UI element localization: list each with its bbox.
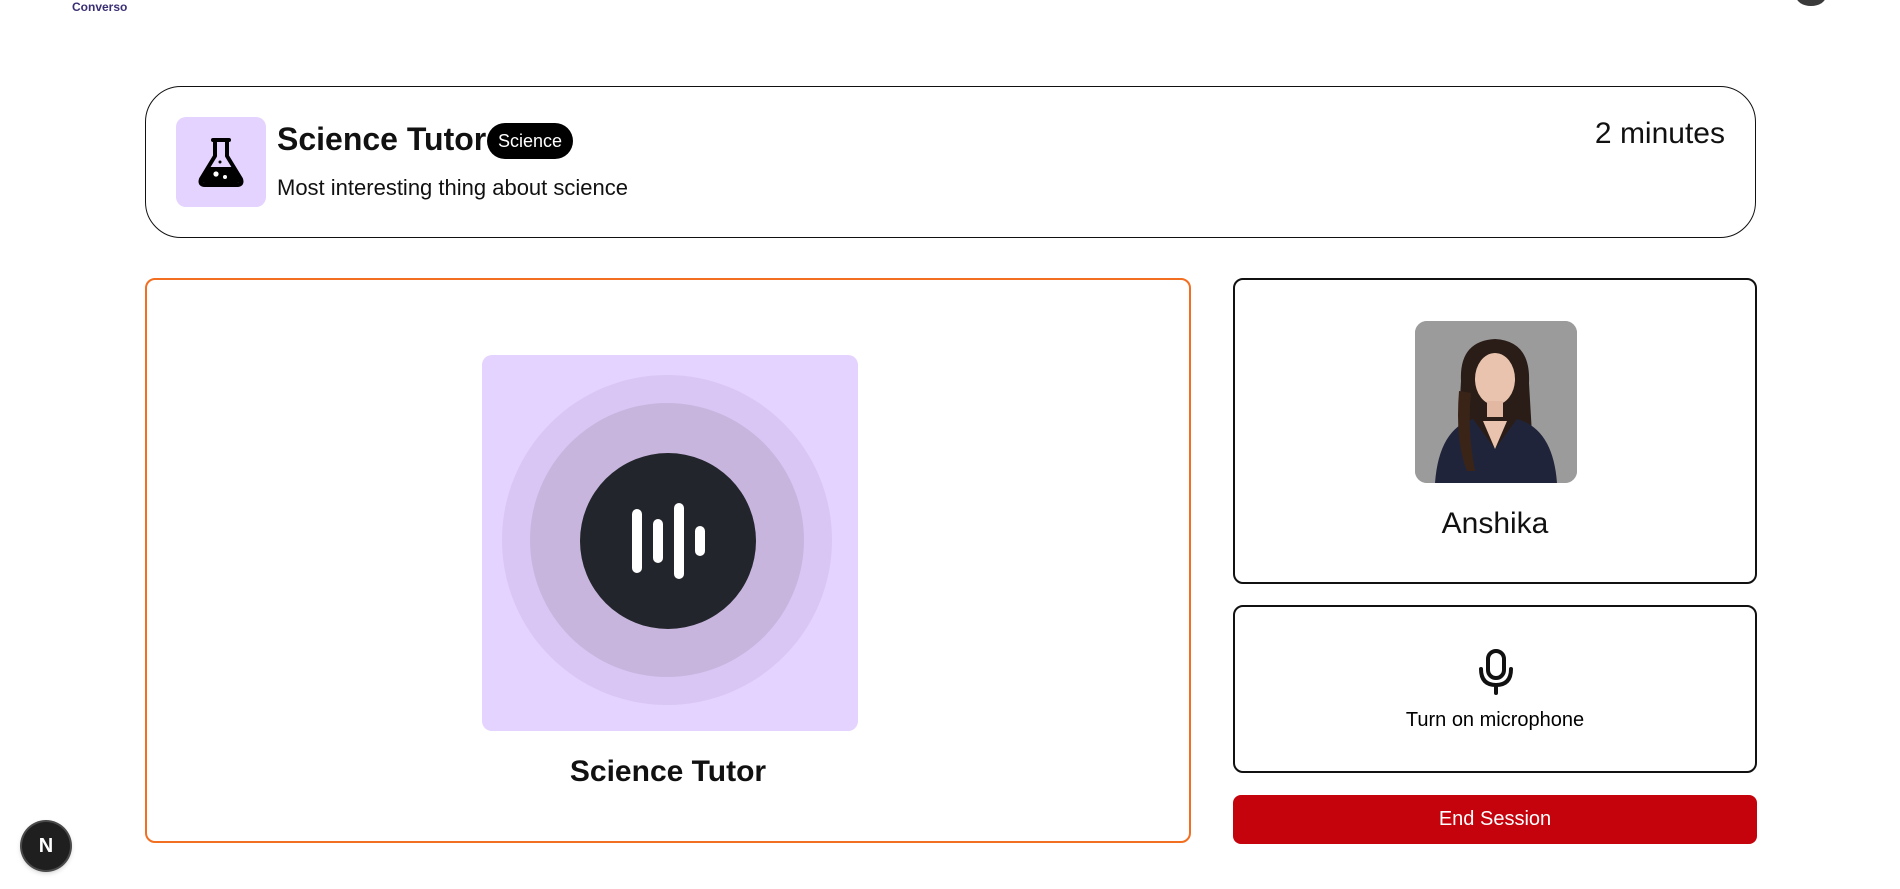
brand-logo[interactable]: Converso: [72, 0, 127, 14]
microphone-icon: [1479, 649, 1513, 695]
user-card: Anshika: [1233, 278, 1757, 584]
user-avatar-photo: [1415, 321, 1577, 483]
user-menu-avatar[interactable]: [1796, 0, 1826, 6]
end-session-button[interactable]: End Session: [1233, 795, 1757, 844]
voice-wave-icon: [580, 453, 756, 629]
user-name: Anshika: [1441, 507, 1549, 540]
person-photo-icon: [1415, 321, 1577, 483]
voice-bar: [652, 519, 663, 563]
tutor-avatar: [482, 355, 858, 731]
nextjs-dev-badge[interactable]: N: [22, 822, 70, 870]
companion-name: Science Tutor: [277, 121, 487, 157]
voice-bar: [694, 526, 705, 556]
subject-icon-box: [176, 117, 266, 207]
microphone-toggle-button[interactable]: Turn on microphone: [1233, 605, 1757, 773]
session-duration: 2 minutes: [1594, 117, 1725, 150]
microphone-label: Turn on microphone: [1405, 709, 1585, 731]
session-topic: Most interesting thing about science: [277, 175, 628, 200]
tutor-name-label: Science Tutor: [569, 755, 767, 788]
subject-badge: Science: [487, 123, 574, 159]
tutor-panel: Science Tutor: [145, 278, 1191, 843]
voice-bar: [673, 503, 684, 579]
companion-header-card: Science Tutor Science Most interesting t…: [145, 86, 1756, 238]
dev-badge-letter: N: [38, 834, 54, 857]
flask-icon: [198, 138, 244, 187]
voice-bar: [631, 509, 642, 573]
